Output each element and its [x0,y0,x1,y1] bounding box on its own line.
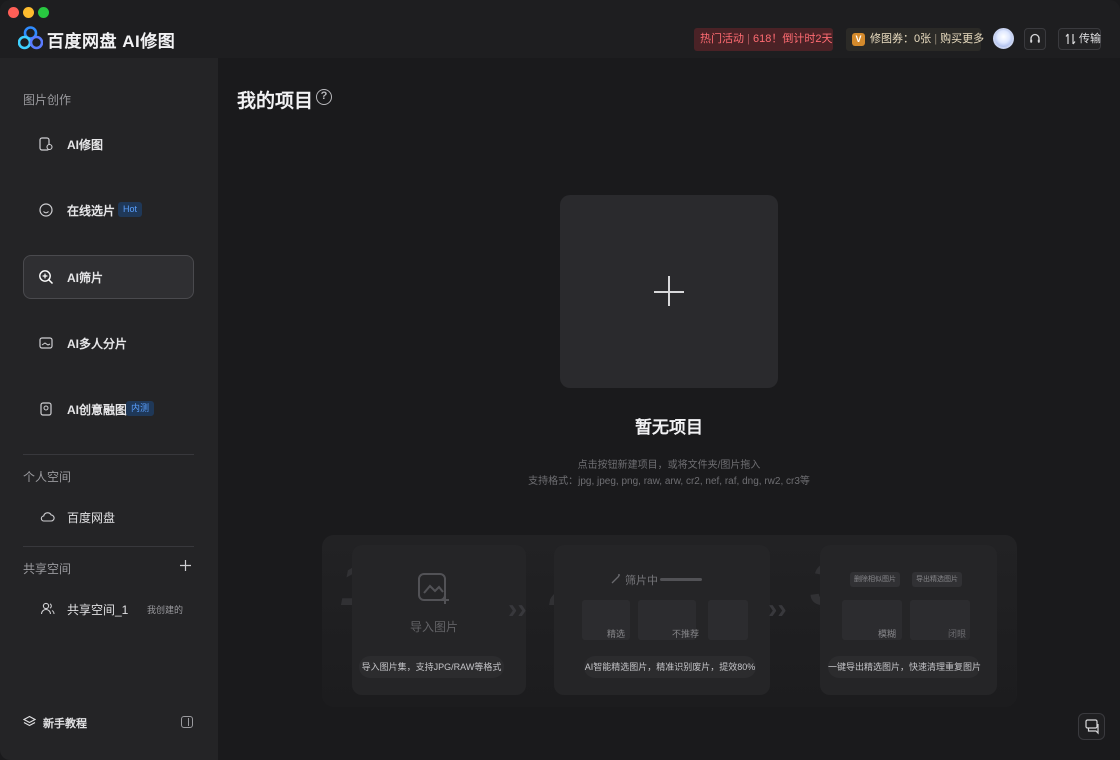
chevron-right-icon: ›› [768,593,787,624]
step-caption: 导入图片集，支持JPG/RAW等格式 [359,656,504,678]
app-window: 百度网盘 AI修图 热门活动 | 618！倒计时2天 V 修图券：0张 | 购买… [0,0,1120,760]
select-tag: 精选 [607,629,626,639]
promo-label: 热门活动 [700,33,744,45]
sidebar-item-label: 百度网盘 [67,511,116,525]
step-card-import: 导入图片 导入图片集，支持JPG/RAW等格式 [352,545,526,695]
transfer-arrows-icon [1065,33,1076,45]
layers-icon [23,715,36,727]
headset-icon [1030,33,1040,43]
cloud-icon [40,512,55,522]
page-title: 我的项目 [237,91,314,112]
promo-countdown: 618！倒计时2天 [752,33,833,45]
sidebar-divider [23,546,194,547]
close-window-button[interactable] [8,7,19,18]
buy-more-link[interactable]: 购买更多 [940,33,984,45]
tutorial-label: 新手教程 [43,718,87,730]
step-title: 导入图片 [410,620,459,634]
coupon-count: 修图券：0张 [870,33,932,45]
sidebar-item-online-select[interactable]: 在线选片 Hot [23,188,194,232]
steps-guide: 1 导入图片 导入图片集，支持JPG/RAW等格式 ›› 2 筛片中 精选 不推 [322,535,1017,707]
import-image-icon [418,573,449,604]
coupon-banner[interactable]: V 修图券：0张 | 购买更多 [846,28,984,51]
thumbnail [708,600,748,640]
step-caption: AI智能精选图片，精准识别废片，提效80% [584,656,756,678]
collapse-sidebar-icon[interactable] [181,716,193,728]
hot-badge: Hot [118,202,143,217]
section-shared-space: 共享空间 [23,562,72,576]
step-card-export: 删除相似图片 导出精选图片 模糊 闭眼 一键导出精选图片，快速清理重复图片 [820,545,997,695]
chevron-right-icon: ›› [508,593,527,624]
help-icon[interactable]: ? [316,89,332,105]
zoom-search-icon [39,270,54,285]
transfer-label: 传输 [1079,33,1101,45]
progress-bar [660,578,702,581]
baidu-netdisk-logo-icon [18,26,43,50]
sidebar-item-label: AI筛片 [67,271,104,285]
created-by-me-label: 我创建的 [147,605,184,615]
section-image-creation: 图片创作 [23,93,72,107]
sidebar-item-label: 在线选片 [67,204,116,218]
user-avatar[interactable] [993,28,1014,49]
sidebar-item-ai-retouch[interactable]: AI修图 [23,122,194,166]
sidebar-item-ai-multi-person[interactable]: AI多人分片 [23,321,194,365]
not-recommended-tag: 不推荐 [672,629,700,639]
maximize-window-button[interactable] [38,7,49,18]
face-icon [39,203,53,217]
users-icon [40,602,55,615]
add-shared-space-icon[interactable] [179,559,192,572]
sidebar-item-label: 共享空间_1 [67,603,129,617]
sidebar-item-label: AI修图 [67,138,104,152]
step-caption: 一键导出精选图片，快速清理重复图片 [828,656,981,678]
empty-state-title: 暂无项目 [635,418,703,437]
chat-bubbles-icon [1085,719,1099,735]
magic-wand-icon [611,574,620,584]
sidebar-item-ai-filter[interactable]: AI筛片 [23,255,194,299]
new-project-button[interactable] [560,195,778,388]
step-title: 筛片中 [625,575,658,587]
empty-state-hint: 点击按钮新建项目，或将文件夹/图片拖入 [577,460,761,471]
transfer-button[interactable]: 传输 [1058,28,1101,50]
eyes-closed-tag: 闭眼 [948,629,967,639]
step-card-filter: 筛片中 精选 不推荐 AI智能精选图片，精准识别废片，提效80% [554,545,770,695]
support-button[interactable] [1024,28,1046,50]
export-selected-tag: 导出精选图片 [912,572,962,587]
ai-retouch-icon [39,137,53,151]
photo-group-icon [39,337,53,349]
title-bar: 百度网盘 AI修图 热门活动 | 618！倒计时2天 V 修图券：0张 | 购买… [0,0,1120,58]
feedback-button[interactable] [1078,713,1105,740]
blur-tag: 模糊 [878,629,897,639]
sidebar-divider [23,454,194,455]
minimize-window-button[interactable] [23,7,34,18]
app-brand-title: 百度网盘 AI修图 [47,32,176,51]
delete-similar-tag: 删除相似图片 [850,572,900,587]
supported-formats: 支持格式：jpg, jpeg, png, raw, arw, cr2, nef,… [528,476,810,487]
vip-badge-icon: V [852,33,865,46]
sidebar: 图片创作 AI修图 在线选片 Hot AI筛片 AI多人分片 AI创意融图 内测… [0,58,218,760]
sidebar-item-label: AI多人分片 [67,337,128,351]
promo-banner[interactable]: 热门活动 | 618！倒计时2天 [694,28,833,51]
